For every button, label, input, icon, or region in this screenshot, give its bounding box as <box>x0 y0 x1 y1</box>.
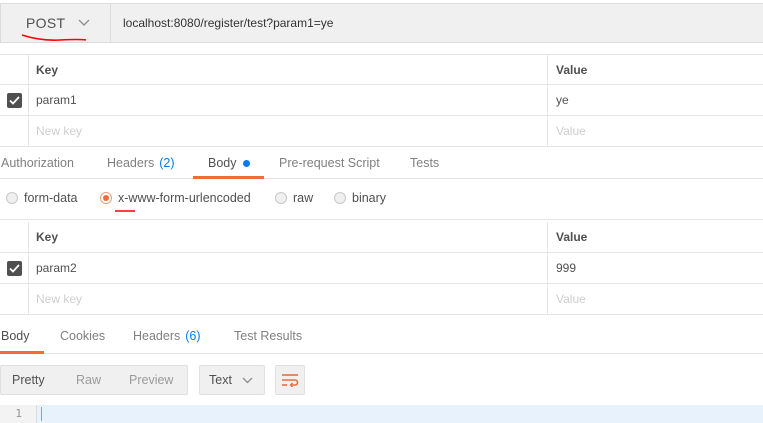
active-tab-underline <box>193 176 264 179</box>
table-row: param1 ye <box>0 85 763 116</box>
new-key-input[interactable]: New key <box>36 116 82 146</box>
chevron-down-icon <box>78 16 90 30</box>
value-header: Value <box>556 62 588 77</box>
key-header: Key <box>36 230 59 244</box>
table-row: param2 999 <box>0 253 763 284</box>
radio-selected-icon <box>100 192 112 204</box>
request-tabs: Authorization Headers (2) Body Pre-reque… <box>0 146 763 179</box>
value-header: Value <box>556 230 588 244</box>
view-preview-button[interactable]: Preview <box>129 373 173 387</box>
body-type-options: form-data x-www-form-urlencoded raw bina… <box>0 180 763 220</box>
radio-x-www-form-urlencoded[interactable]: x-www-form-urlencoded <box>100 180 251 216</box>
tab-tests[interactable]: Tests <box>410 147 439 179</box>
row-checkbox[interactable] <box>7 93 22 108</box>
active-tab-underline <box>0 351 44 354</box>
tab-response-body[interactable]: Body <box>1 320 30 352</box>
wrap-lines-icon <box>282 374 299 387</box>
tab-label: Body <box>208 156 237 170</box>
tab-label: Test Results <box>234 329 303 343</box>
wrap-lines-button[interactable] <box>275 365 305 395</box>
tab-label: Authorization <box>1 156 74 170</box>
method-dropdown[interactable]: POST <box>0 3 111 43</box>
radio-circle-icon <box>275 192 287 204</box>
radio-label: raw <box>293 191 314 205</box>
tab-label: Pre-request Script <box>279 156 380 170</box>
new-value-input[interactable]: Value <box>556 116 586 146</box>
format-label: Text <box>209 373 232 387</box>
tab-label: Tests <box>410 156 440 170</box>
view-pretty-button[interactable]: Pretty <box>12 373 45 387</box>
new-value-input[interactable]: Value <box>556 284 586 314</box>
check-icon <box>9 264 20 273</box>
radio-circle-icon <box>334 192 346 204</box>
tab-test-results[interactable]: Test Results <box>234 320 302 352</box>
tab-pre-request-script[interactable]: Pre-request Script <box>279 147 380 179</box>
radio-form-data[interactable]: form-data <box>6 180 78 216</box>
response-editor[interactable]: 1 <box>0 405 763 423</box>
line-number: 1 <box>0 405 37 423</box>
new-key-row: New key Value <box>0 284 763 315</box>
row-checkbox[interactable] <box>7 261 22 276</box>
format-dropdown[interactable]: Text <box>199 365 265 395</box>
chevron-down-icon <box>242 377 253 384</box>
view-mode-group: Pretty Raw Preview <box>0 365 188 395</box>
url-input[interactable]: localhost:8080/register/test?param1=ye <box>111 3 763 43</box>
new-key-input[interactable]: New key <box>36 284 82 314</box>
headers-count: (6) <box>185 329 201 343</box>
tab-body[interactable]: Body <box>208 147 250 179</box>
tab-authorization[interactable]: Authorization <box>1 147 74 179</box>
body-table-header: Key Value <box>0 222 763 253</box>
body-value[interactable]: 999 <box>556 253 576 283</box>
tab-label: Cookies <box>60 329 106 343</box>
tab-label: Headers <box>107 156 155 170</box>
tab-cookies[interactable]: Cookies <box>60 320 105 352</box>
method-label: POST <box>26 15 66 31</box>
radio-circle-icon <box>6 192 18 204</box>
request-bar: POST localhost:8080/register/test?param1… <box>0 0 763 46</box>
radio-binary[interactable]: binary <box>334 180 386 216</box>
tab-response-headers[interactable]: Headers (6) <box>133 320 201 352</box>
check-icon <box>9 96 20 105</box>
radio-label: x-www-form-urlencoded <box>118 191 251 205</box>
tab-label: Headers <box>133 329 181 343</box>
body-key[interactable]: param2 <box>36 253 77 283</box>
radio-label: binary <box>352 191 387 205</box>
param-key[interactable]: param1 <box>36 85 77 115</box>
headers-count: (2) <box>159 156 175 170</box>
param-value[interactable]: ye <box>556 85 569 115</box>
tab-label: Body <box>1 329 30 343</box>
params-table-header: Key Value <box>0 54 763 85</box>
radio-raw[interactable]: raw <box>275 180 313 216</box>
radio-label: form-data <box>24 191 78 205</box>
response-tabs: Body Cookies Headers (6) Test Results <box>0 320 763 354</box>
key-header: Key <box>36 62 59 77</box>
modified-dot-icon <box>242 159 250 167</box>
text-caret <box>41 407 42 421</box>
view-raw-button[interactable]: Raw <box>76 373 101 387</box>
new-key-row: New key Value <box>0 116 763 147</box>
tab-headers[interactable]: Headers (2) <box>107 147 175 179</box>
